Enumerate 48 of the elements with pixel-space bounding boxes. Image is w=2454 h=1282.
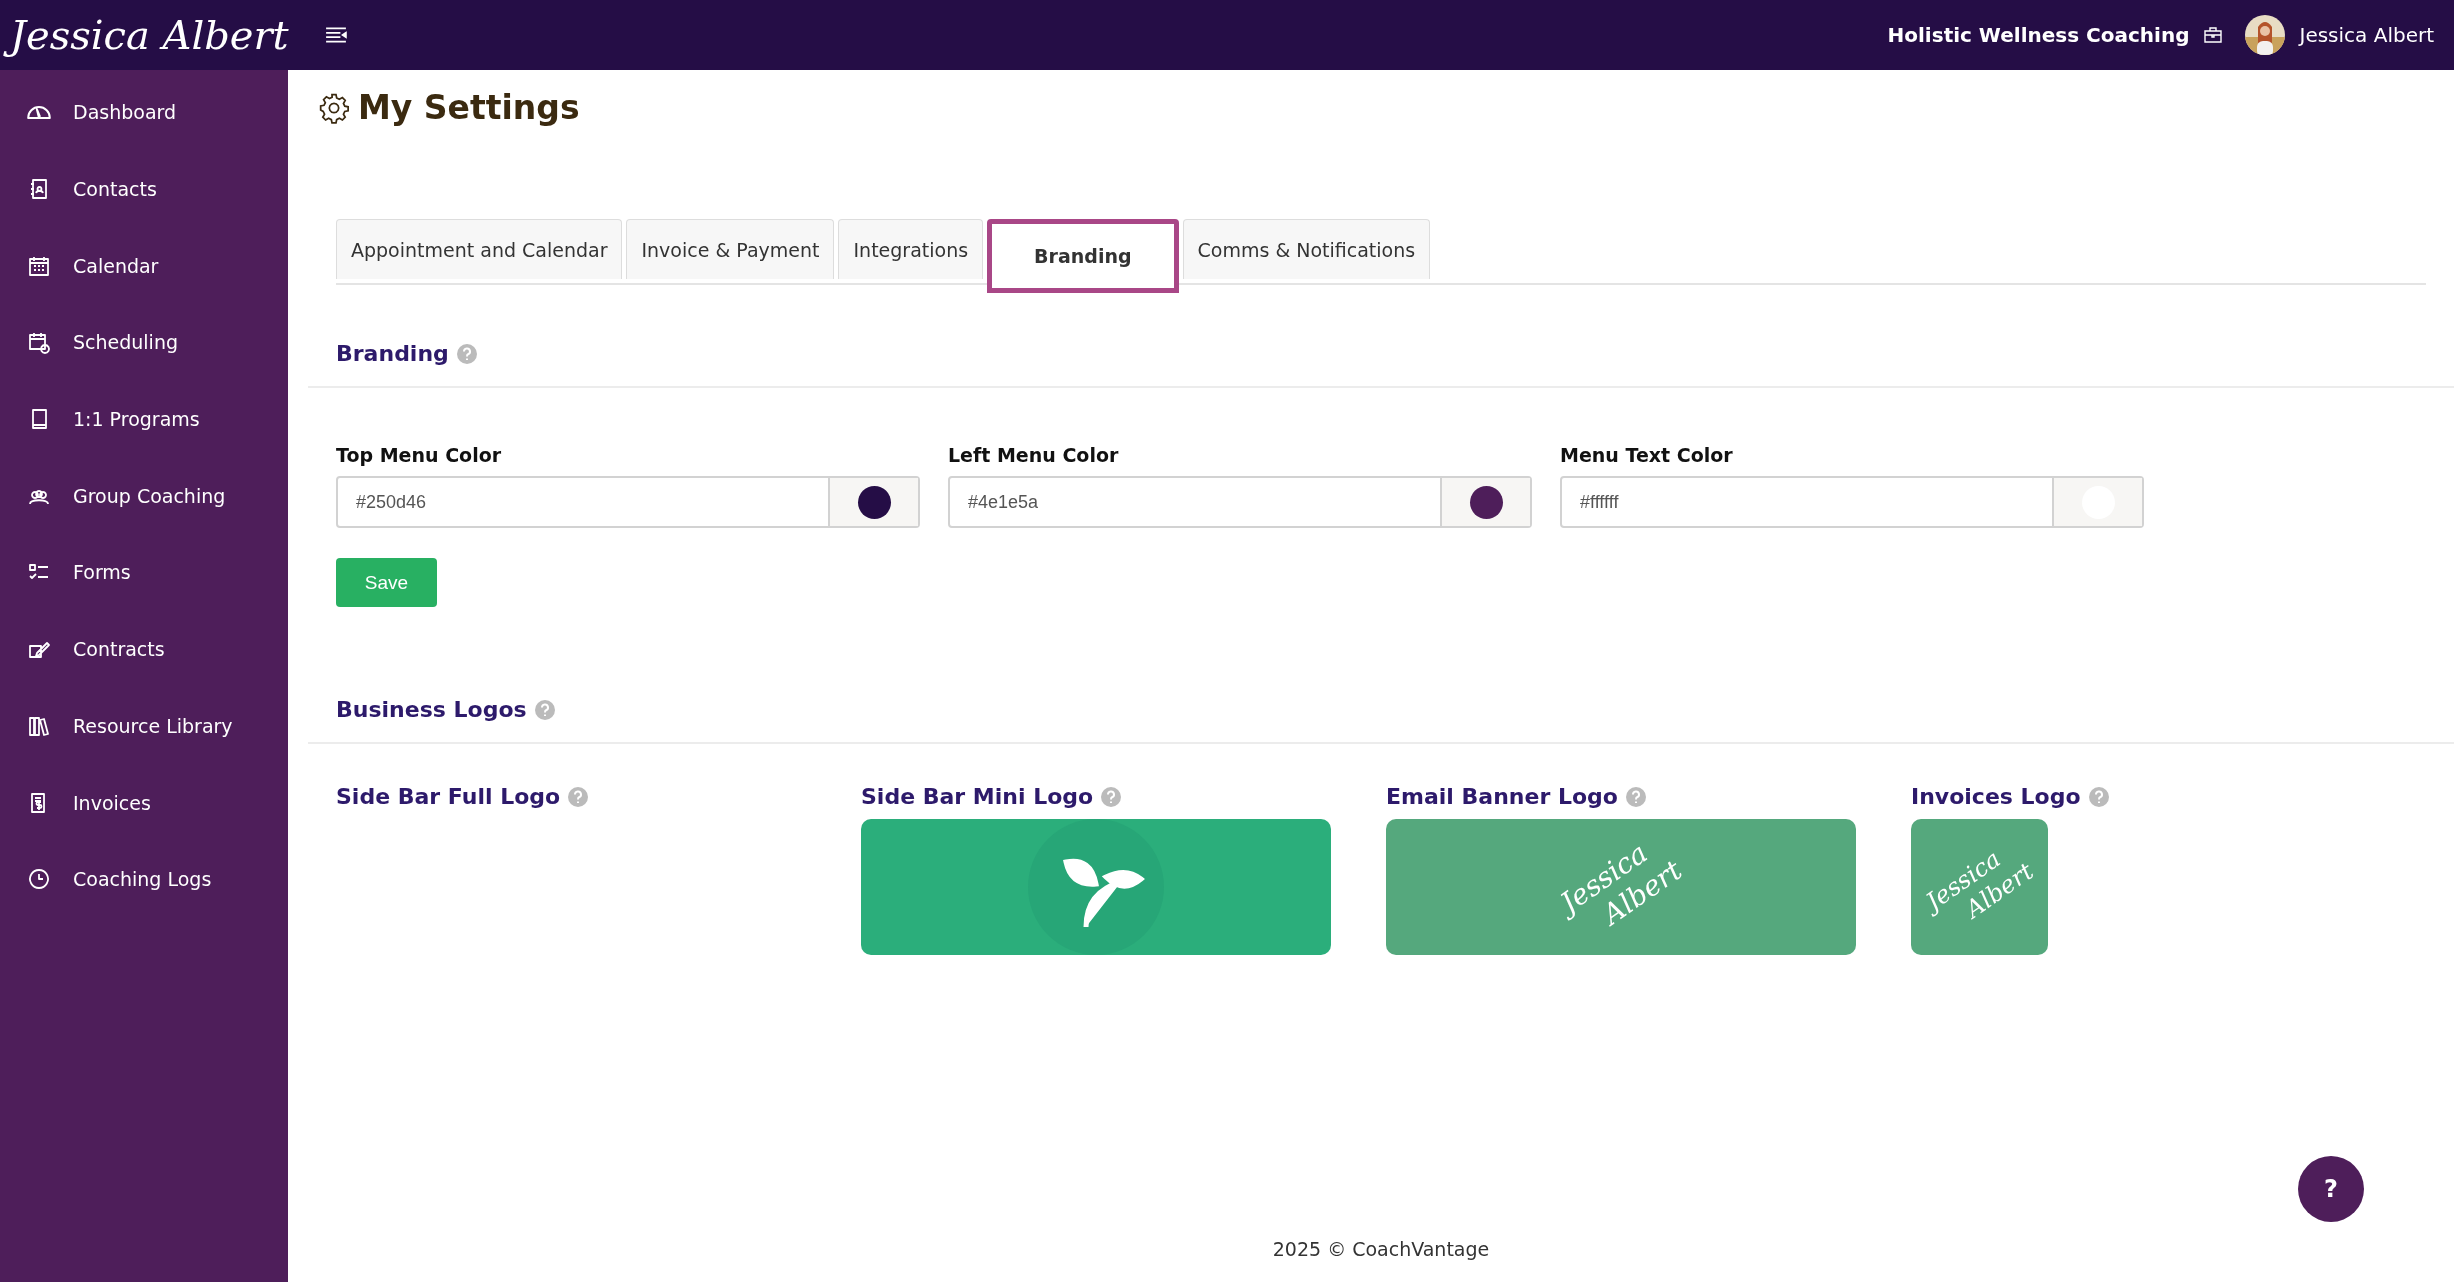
menu-icon[interactable] <box>324 26 347 44</box>
settings-icon <box>318 91 350 124</box>
logo-label: Invoices Logo <box>1911 784 2081 809</box>
help-icon[interactable] <box>1625 786 1646 807</box>
sidebar-item[interactable]: Resource Library <box>0 687 288 765</box>
logo-label: Side Bar Full Logo <box>336 784 561 809</box>
leaf-icon <box>1026 819 1166 955</box>
color-field[interactable]: #250d46 <box>336 476 920 528</box>
help-icon[interactable] <box>568 786 589 807</box>
business-name[interactable]: Holistic Wellness Coaching <box>1887 23 2190 47</box>
logo-label: Side Bar Mini Logo <box>861 784 1094 809</box>
briefcase-icon[interactable] <box>2203 26 2224 44</box>
sidebar-item[interactable]: Group Coaching <box>0 457 288 535</box>
help-icon[interactable] <box>1101 786 1122 807</box>
section-heading: Branding <box>336 341 449 366</box>
sidebar-item[interactable]: Contracts <box>0 610 288 688</box>
tab[interactable]: Appointment and Calendar <box>336 219 623 279</box>
field-label: Menu Text Color <box>1560 444 1734 466</box>
sidebar-item[interactable]: Contacts <box>0 150 288 228</box>
logo-preview[interactable] <box>861 819 1331 955</box>
clock-icon <box>27 867 51 892</box>
sidebar-item[interactable]: 1:1 Programs <box>0 380 288 458</box>
tab[interactable]: Branding <box>987 219 1179 293</box>
sidebar-item[interactable]: Coaching Logs <box>0 840 288 918</box>
color-field[interactable]: #4e1e5a <box>948 476 1532 528</box>
sidebar-item[interactable]: Dashboard <box>0 74 288 151</box>
color-field[interactable]: #ffffff <box>1560 476 2144 528</box>
field-label: Top Menu Color <box>336 444 503 466</box>
sidebar-item[interactable]: Calendar <box>0 227 288 305</box>
help-icon[interactable] <box>2088 786 2109 807</box>
tab[interactable]: Comms & Notifications <box>1182 219 1431 279</box>
logo-label: Email Banner Logo <box>1386 784 1618 809</box>
footer-text: 2025 © CoachVantage <box>1271 1238 1491 1262</box>
section-heading: Business Logos <box>336 697 527 722</box>
sidebar-item[interactable]: Invoices <box>0 764 288 841</box>
logo-text: Jessica Albert <box>0 9 299 61</box>
calendar-clock-icon <box>27 330 51 355</box>
field-label: Left Menu Color <box>948 444 1120 466</box>
help-button[interactable]: ? <box>2298 1156 2364 1222</box>
gauge-icon <box>27 105 51 119</box>
tab[interactable]: Invoice & Payment <box>626 219 835 279</box>
user-name[interactable]: Jessica Albert <box>2299 23 2434 47</box>
tab[interactable]: Integrations <box>838 219 984 279</box>
sidebar-item[interactable]: Forms <box>0 534 288 611</box>
help-icon[interactable] <box>456 343 477 364</box>
sidebar-item[interactable]: Scheduling <box>0 304 288 381</box>
help-icon[interactable] <box>534 699 555 720</box>
page-title: My Settings <box>358 88 580 127</box>
